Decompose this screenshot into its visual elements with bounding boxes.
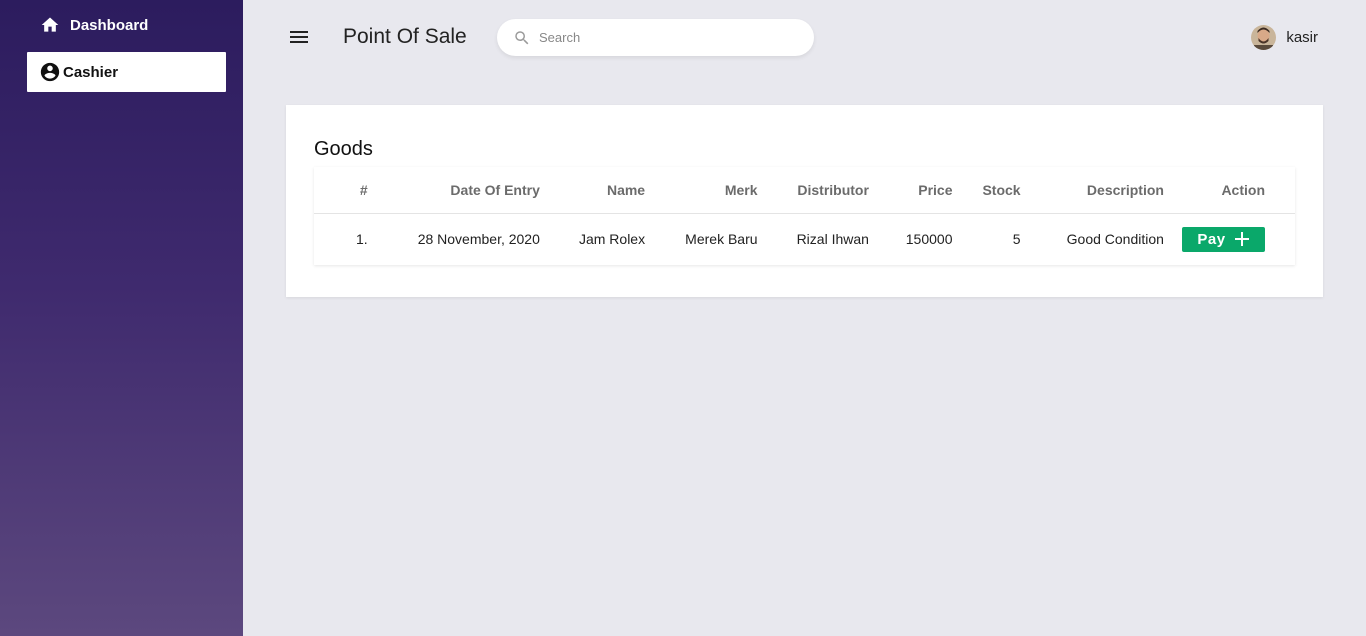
top-bar: Point Of Sale kasir (243, 0, 1366, 75)
sidebar-item-label: Dashboard (70, 16, 149, 34)
card-title: Goods (314, 138, 373, 160)
cell-name: Jam Rolex (578, 231, 646, 248)
cell-stock: 5 (1012, 231, 1021, 248)
column-header-stock: Stock (952, 167, 1021, 214)
search-input[interactable] (539, 30, 779, 45)
table-header-row: # Date Of Entry Name Merk Distributor Pr… (314, 167, 1295, 214)
avatar (1251, 25, 1277, 50)
search-icon (513, 29, 531, 47)
goods-table: # Date Of Entry Name Merk Distributor Pr… (314, 167, 1295, 265)
table-row: 1. 28 November, 2020 Jam Rolex Merek Bar… (314, 213, 1295, 265)
sidebar-item-label: Cashier (63, 63, 119, 81)
plus-icon (1234, 231, 1250, 247)
column-header-distributor: Distributor (757, 167, 869, 214)
account-circle-icon (39, 61, 61, 83)
goods-card: Goods # Date Of Entry Name Merk Distribu… (286, 105, 1323, 297)
pay-button-label: Pay (1197, 230, 1226, 248)
sidebar-item-dashboard[interactable]: Dashboard (27, 5, 226, 45)
sidebar: Dashboard Cashier (0, 0, 243, 636)
sidebar-item-cashier[interactable]: Cashier (27, 52, 226, 92)
column-header-date: Date Of Entry (367, 167, 540, 214)
cell-number: 1. (355, 231, 368, 248)
search-bar (497, 19, 814, 56)
column-header-price: Price (868, 167, 953, 214)
cell-description: Good Condition (1066, 231, 1164, 248)
home-icon (39, 14, 61, 36)
cell-distributor: Rizal Ihwan (796, 231, 869, 248)
column-header-name: Name (539, 167, 646, 214)
column-header-action: Action (1163, 167, 1295, 214)
cell-merk: Merek Baru (685, 231, 758, 248)
cell-price: 150000 (905, 231, 953, 248)
column-header-merk: Merk (645, 167, 758, 214)
cell-action: Pay (1164, 213, 1295, 265)
cell-date: 28 November, 2020 (417, 231, 540, 248)
pay-button[interactable]: Pay (1182, 226, 1265, 252)
menu-icon[interactable] (287, 25, 311, 49)
user-menu[interactable]: kasir (1251, 25, 1318, 50)
column-header-number: # (314, 167, 368, 214)
column-header-description: Description (1020, 167, 1164, 214)
page-title: Point Of Sale (343, 25, 467, 48)
user-name: kasir (1286, 29, 1318, 46)
